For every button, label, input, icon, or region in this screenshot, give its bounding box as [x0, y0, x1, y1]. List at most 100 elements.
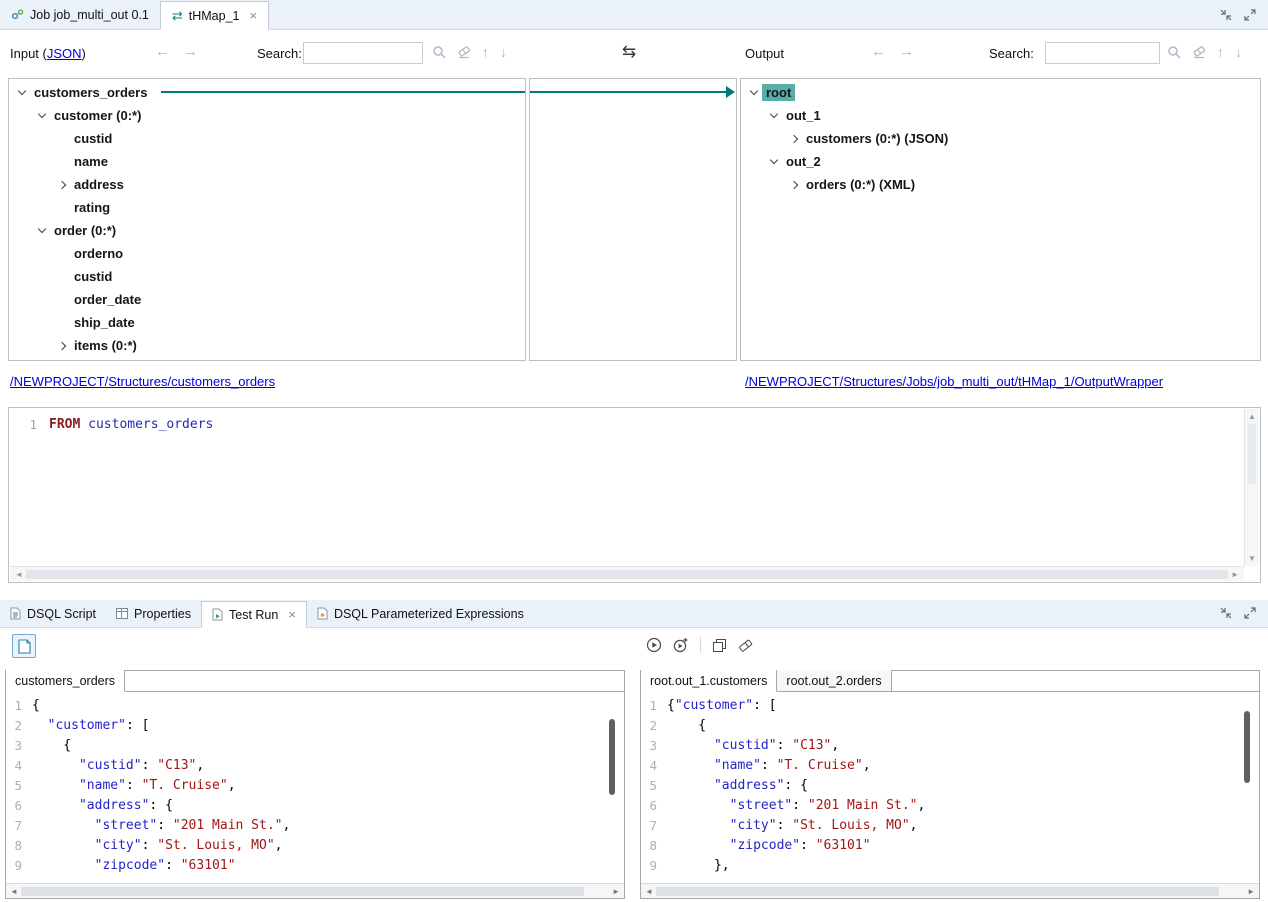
back-icon[interactable]: ←: [155, 43, 170, 60]
output-json-view[interactable]: 1{"customer": [2 {3 "custid": "C13",4 "n…: [641, 692, 1259, 876]
expand-chevron-icon[interactable]: [785, 136, 802, 142]
horizontal-scrollbar[interactable]: ◄ ►: [641, 883, 1259, 898]
scroll-right-icon[interactable]: ►: [612, 887, 620, 896]
tab-job[interactable]: Job job_multi_out 0.1: [0, 0, 160, 29]
tree-item[interactable]: customer (0:*): [9, 104, 525, 127]
forward-icon[interactable]: →: [183, 43, 198, 60]
tree-item[interactable]: ship_date: [9, 311, 525, 334]
vertical-scrollbar-thumb[interactable]: [1244, 711, 1250, 783]
expand-chevron-icon[interactable]: [785, 182, 802, 188]
tree-item[interactable]: orders (0:*) (XML): [741, 173, 1260, 196]
scrollbar-thumb[interactable]: [1248, 424, 1256, 484]
expand-chevron-icon[interactable]: [53, 182, 70, 188]
minimize-view-icon[interactable]: [1220, 607, 1232, 619]
editor-vertical-scrollbar[interactable]: ▲ ▼: [1244, 409, 1259, 566]
find-next-icon[interactable]: ↓: [500, 44, 507, 60]
tree-item[interactable]: address: [9, 173, 525, 196]
tree-item[interactable]: rating: [9, 196, 525, 219]
new-test-file-button[interactable]: [12, 634, 36, 658]
input-format-link[interactable]: JSON: [47, 46, 82, 61]
output-search-field[interactable]: [1045, 42, 1160, 64]
tab-test-run[interactable]: Test Run ×: [201, 601, 307, 628]
maximize-view-icon[interactable]: [1244, 9, 1256, 21]
input-structure-link[interactable]: /NEWPROJECT/Structures/customers_orders: [10, 374, 275, 389]
expand-chevron-icon[interactable]: [53, 343, 70, 349]
code-text: "name": "T. Cruise",: [667, 756, 871, 776]
tab-dsql-parameterized-expressions[interactable]: DSQL Parameterized Expressions: [307, 600, 534, 627]
scroll-right-icon[interactable]: ►: [1231, 570, 1239, 579]
find-previous-icon[interactable]: ↑: [1217, 44, 1224, 60]
input-search-field[interactable]: [303, 42, 423, 64]
input-json-view[interactable]: 1{2 "customer": [3 {4 "custid": "C13",5 …: [6, 692, 624, 876]
copy-result-icon[interactable]: [712, 638, 727, 653]
tree-item[interactable]: name: [9, 150, 525, 173]
tree-item[interactable]: out_1: [741, 104, 1260, 127]
clear-search-icon[interactable]: [1192, 45, 1206, 59]
scroll-right-icon[interactable]: ►: [1247, 887, 1255, 896]
run-with-options-icon[interactable]: [673, 637, 689, 653]
tree-item[interactable]: items (0:*): [9, 334, 525, 357]
tab-root-out2-orders[interactable]: root.out_2.orders: [777, 670, 891, 691]
line-number: 9: [641, 856, 667, 876]
search-icon[interactable]: [1167, 45, 1181, 59]
tree-item[interactable]: custid: [9, 265, 525, 288]
clear-results-icon[interactable]: [738, 638, 753, 653]
tree-item[interactable]: order (0:*): [9, 219, 525, 242]
output-structure-link[interactable]: /NEWPROJECT/Structures/Jobs/job_multi_ou…: [745, 374, 1163, 389]
scrollbar-thumb[interactable]: [26, 570, 1228, 579]
scroll-up-icon[interactable]: ▲: [1245, 412, 1259, 421]
tab-properties[interactable]: Properties: [106, 600, 201, 627]
tree-item[interactable]: order_date: [9, 288, 525, 311]
scrollbar-thumb[interactable]: [656, 887, 1219, 896]
mapping-canvas[interactable]: [529, 78, 737, 361]
expand-chevron-icon[interactable]: [765, 160, 782, 163]
tree-item[interactable]: customers (0:*) (JSON): [741, 127, 1260, 150]
output-tree-panel[interactable]: rootout_1 customers (0:*) (JSON) out_2orde…: [740, 78, 1261, 361]
tab-dsql-script[interactable]: DSQL Script: [0, 600, 106, 627]
tree-item-label: customers (0:*) (JSON): [802, 130, 952, 147]
tree-item-label: order_date: [70, 291, 145, 308]
close-tab-icon[interactable]: ×: [288, 607, 296, 622]
run-test-icon[interactable]: [646, 637, 662, 653]
search-icon[interactable]: [432, 45, 446, 59]
close-tab-icon[interactable]: ×: [249, 8, 257, 23]
scroll-left-icon[interactable]: ◄: [10, 887, 18, 896]
horizontal-scrollbar[interactable]: ◄ ►: [6, 883, 624, 898]
input-tree-panel[interactable]: customers_orderscustomer (0:*)custidname…: [8, 78, 526, 361]
back-icon[interactable]: ←: [871, 43, 886, 60]
code-line: 8 "city": "St. Louis, MO",: [6, 836, 624, 856]
tree-item-label: order (0:*): [50, 222, 120, 239]
clear-search-icon[interactable]: [457, 45, 471, 59]
expand-chevron-icon[interactable]: [745, 91, 762, 94]
line-number: 5: [6, 776, 32, 796]
scrollbar-thumb[interactable]: [21, 887, 584, 896]
expand-chevron-icon[interactable]: [13, 91, 30, 94]
forward-icon[interactable]: →: [899, 43, 914, 60]
line-number: 2: [641, 716, 667, 736]
tree-item[interactable]: root: [741, 81, 1260, 104]
dsql-expression-editor[interactable]: 1FROM customers_orders ▲ ▼ ◄ ►: [8, 407, 1261, 583]
tree-item[interactable]: custid: [9, 127, 525, 150]
scroll-down-icon[interactable]: ▼: [1245, 554, 1259, 563]
tree-item[interactable]: out_2: [741, 150, 1260, 173]
swap-sides-icon[interactable]: ⇆: [622, 42, 636, 62]
scroll-left-icon[interactable]: ◄: [645, 887, 653, 896]
scroll-left-icon[interactable]: ◄: [15, 570, 23, 579]
tree-item[interactable]: customers_orders: [9, 81, 525, 104]
minimize-view-icon[interactable]: [1220, 9, 1232, 21]
tab-root-out1-customers[interactable]: root.out_1.customers: [641, 670, 777, 692]
expand-chevron-icon[interactable]: [33, 229, 50, 232]
tree-item[interactable]: orderno: [9, 242, 525, 265]
tab-thmap[interactable]: ⇄ tHMap_1 ×: [160, 1, 269, 30]
find-previous-icon[interactable]: ↑: [482, 44, 489, 60]
input-panel-title: Input (JSON): [10, 46, 86, 61]
find-next-icon[interactable]: ↓: [1235, 44, 1242, 60]
code-text: "street": "201 Main St.",: [667, 796, 925, 816]
editor-horizontal-scrollbar[interactable]: ◄ ►: [10, 566, 1244, 581]
vertical-scrollbar-thumb[interactable]: [609, 719, 615, 795]
maximize-view-icon[interactable]: [1244, 607, 1256, 619]
dsql-code-area[interactable]: 1FROM customers_orders: [9, 408, 1260, 434]
expand-chevron-icon[interactable]: [33, 114, 50, 117]
expand-chevron-icon[interactable]: [765, 114, 782, 117]
tab-customers-orders[interactable]: customers_orders: [6, 670, 125, 692]
